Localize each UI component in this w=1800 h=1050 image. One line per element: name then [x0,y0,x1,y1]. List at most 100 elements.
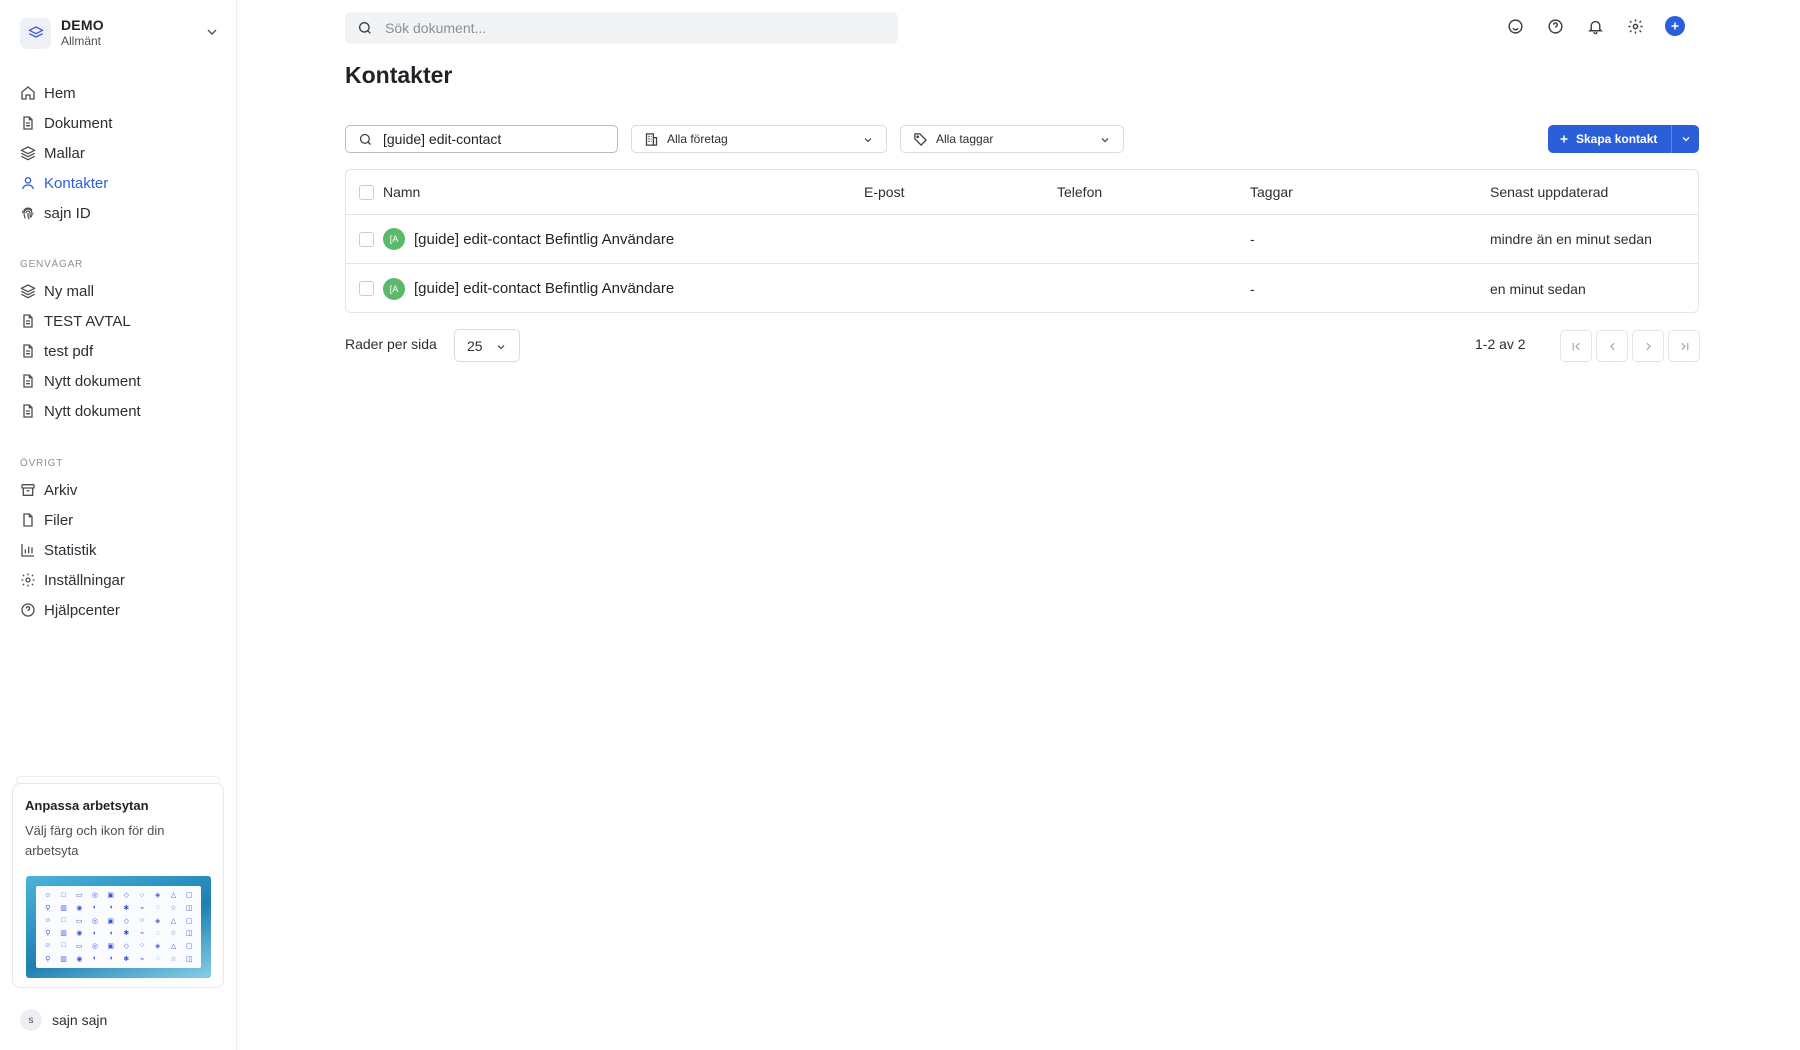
select-all-checkbox[interactable] [359,184,374,200]
contact-name-cell: [A [guide] edit-contact Befintlig Använd… [383,264,674,312]
table-row[interactable]: [A [guide] edit-contact Befintlig Använd… [346,264,1698,312]
column-header-name[interactable]: Namn [383,170,420,214]
search-icon [357,20,373,36]
grid-icon: ✱ [123,930,130,938]
plus-icon [1558,133,1570,145]
contact-name[interactable]: [guide] edit-contact Befintlig Användare [414,280,674,297]
chevron-down-icon[interactable] [204,24,220,40]
plus-icon[interactable] [1665,16,1685,36]
search-input[interactable] [385,20,865,36]
smiley-icon[interactable] [1505,16,1525,36]
contact-search[interactable] [345,125,618,153]
create-contact-button[interactable]: Skapa kontakt [1548,125,1672,153]
grid-icon: ▭ [75,892,83,900]
column-header-tags[interactable]: Taggar [1250,170,1293,214]
home-icon [20,85,36,101]
grid-icon: ☺ [44,942,52,950]
create-contact-dropdown[interactable] [1672,125,1699,153]
previous-page-button[interactable] [1596,330,1628,362]
row-checkbox[interactable] [359,231,374,247]
chevron-right-icon [1642,340,1655,353]
chevron-down-icon [1099,134,1111,146]
first-page-button[interactable] [1560,330,1592,362]
bar-chart-icon [20,542,36,558]
nav-item-label: Inställningar [44,571,125,589]
nav-item-statistik[interactable]: Statistik [20,535,220,565]
help-icon[interactable] [1545,16,1565,36]
grid-icon: ◈ [155,892,161,900]
workspace-switcher[interactable]: DEMO Allmänt [20,14,220,52]
customize-workspace-card[interactable]: Anpassa arbetsytan Välj färg och ikon fö… [12,783,224,988]
nav-item-label: Hjälpcenter [44,601,120,619]
grid-icon: ◑ [108,929,113,937]
shortcuts-heading: GENVÄGAR [20,259,84,270]
grid-icon: ⌁ [139,955,145,963]
company-filter[interactable]: Alla företag [631,125,887,153]
shortcut-item[interactable]: test pdf [20,336,220,366]
contact-search-input[interactable] [383,131,603,147]
column-header-phone[interactable]: Telefon [1057,170,1102,214]
rows-per-page-select[interactable]: 25 [454,329,520,362]
column-header-email[interactable]: E-post [864,170,904,214]
grid-icon: ▭ [75,917,83,925]
grid-icon: ◫ [185,930,193,938]
grid-icon: ◎ [91,892,98,900]
row-select-cell [359,215,374,263]
bell-icon[interactable] [1585,16,1605,36]
grid-icon: ☺ [44,891,52,899]
row-checkbox[interactable] [359,281,374,296]
layers-icon [20,283,36,299]
grid-icon: ◑ [108,904,113,912]
nav-item-installningar[interactable]: Inställningar [20,565,220,595]
grid-icon: ◌ [155,904,160,912]
shortcut-item[interactable]: Ny mall [20,276,220,306]
nav-item-kontakter[interactable]: Kontakter [20,168,220,198]
grid-icon: ☆ [170,955,177,963]
nav-item-hjalpcenter[interactable]: Hjälpcenter [20,595,220,625]
main-nav: Hem Dokument Mallar Kontakter sajn ID [20,78,220,228]
search-icon [358,132,373,147]
last-page-button[interactable] [1668,330,1700,362]
tags-filter-value: Alla taggar [936,132,994,146]
nav-item-sajn-id[interactable]: sajn ID [20,198,220,228]
nav-item-label: Filer [44,511,74,529]
gear-icon[interactable] [1625,16,1645,36]
grid-icon: ▥ [60,904,67,912]
shortcut-item[interactable]: Nytt dokument [20,366,220,396]
next-page-button[interactable] [1632,330,1664,362]
shortcut-label: Nytt dokument [44,402,141,420]
tags-filter[interactable]: Alla taggar [900,125,1124,153]
document-search[interactable] [345,12,898,44]
icon-grid: ☺ □ ▭ ◎ ▣ ◇ ○ ◈ △ ▢ ⚲ ▥ ◉ ◐ ◑ ✱ ⌁ ◌ ☆ ◫ ☺ □ ▭ ◎ ▣ ◇ ○ ◈ △ ▢ ⚲ ▥ ◉ ◐ ◑ ✱ ⌁ ◌ ☆ ◫… [36,886,201,968]
nav-item-arkiv[interactable]: Arkiv [20,475,220,505]
grid-icon: ◈ [155,942,161,950]
nav-item-label: Dokument [44,114,113,132]
shortcut-item[interactable]: Nytt dokument [20,396,220,426]
document-icon [20,403,36,419]
layers-icon [20,17,51,49]
table-header: Namn E-post Telefon Taggar Senast uppdat… [346,170,1698,215]
chevron-down-icon [495,341,507,353]
grid-icon: ◌ [155,929,160,937]
table-row[interactable]: [A [guide] edit-contact Befintlig Använd… [346,215,1698,264]
nav-item-dokument[interactable]: Dokument [20,108,220,138]
contact-name[interactable]: [guide] edit-contact Befintlig Användare [414,231,674,248]
contacts-table: Namn E-post Telefon Taggar Senast uppdat… [345,169,1699,313]
grid-icon: ⚲ [45,930,51,938]
pagination-controls [1560,330,1700,362]
nav-item-mallar[interactable]: Mallar [20,138,220,168]
grid-icon: ◎ [91,942,98,950]
column-header-updated[interactable]: Senast uppdaterad [1490,170,1608,214]
grid-icon: ◫ [185,904,193,912]
create-contact-split-button: Skapa kontakt [1548,125,1699,153]
nav-item-filer[interactable]: Filer [20,505,220,535]
document-icon [20,115,36,131]
grid-icon: ○ [139,891,145,899]
nav-item-hem[interactable]: Hem [20,78,220,108]
contact-tags: - [1250,280,1255,297]
user-menu[interactable]: s sajn sajn [20,1008,107,1032]
company-filter-value: Alla företag [667,132,728,146]
grid-icon: ▣ [107,917,114,925]
shortcut-item[interactable]: TEST AVTAL [20,306,220,336]
grid-icon: ◈ [155,917,161,925]
